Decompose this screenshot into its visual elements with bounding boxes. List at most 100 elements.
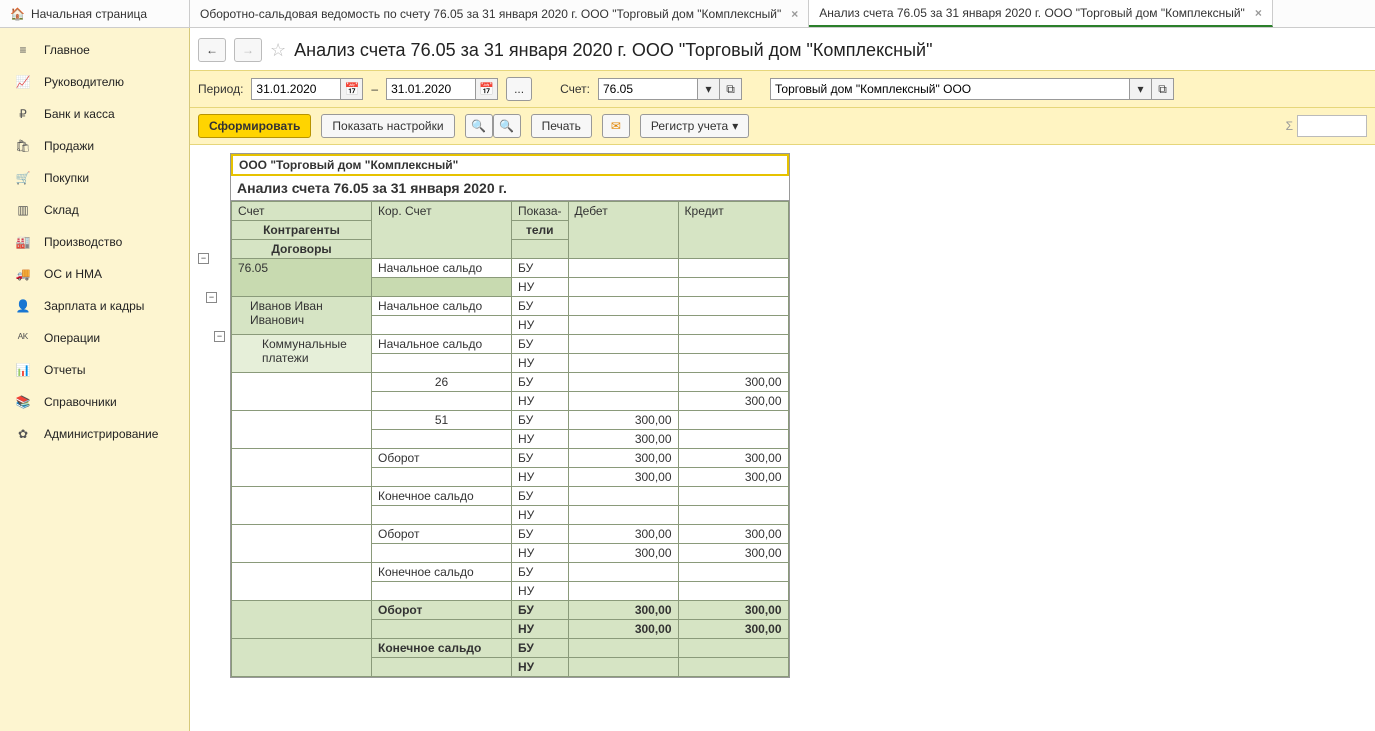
forward-button[interactable]: →	[234, 38, 262, 62]
cell-nu: НУ	[512, 544, 569, 563]
cell	[678, 506, 788, 525]
sidebar-item-production[interactable]: 🏭Производство	[0, 226, 189, 258]
chevron-down-icon[interactable]: ▾	[698, 78, 720, 100]
col-pok1: Показа-	[512, 202, 569, 221]
calendar-icon[interactable]: 📅	[476, 78, 498, 100]
menu-icon: ≡	[14, 43, 32, 57]
cell-bu: БУ	[512, 449, 569, 468]
cell	[678, 430, 788, 449]
cell-label: Начальное сальдо	[372, 259, 512, 278]
cart-icon: 🛒	[14, 171, 32, 185]
search-plus-icon[interactable]: 🔍	[465, 114, 493, 138]
dash-label: –	[371, 82, 378, 96]
sidebar-item-purchases[interactable]: 🛒Покупки	[0, 162, 189, 194]
cell	[372, 468, 512, 487]
show-settings-button[interactable]: Показать настройки	[321, 114, 454, 138]
back-button[interactable]: ←	[198, 38, 226, 62]
collapse-handle[interactable]: −	[198, 253, 209, 264]
sidebar-item-sales[interactable]: 🛍Продажи	[0, 130, 189, 162]
cell-val: 300,00	[568, 411, 678, 430]
sidebar-item-label: Склад	[44, 203, 79, 217]
cell	[232, 563, 372, 601]
tab-home[interactable]: 🏠 Начальная страница	[0, 0, 190, 27]
cell-label: Оборот	[372, 449, 512, 468]
cell-bu: БУ	[512, 297, 569, 316]
cell	[568, 582, 678, 601]
cell-nu: НУ	[512, 430, 569, 449]
books-icon: 📚	[14, 395, 32, 409]
cell-val: 300,00	[568, 449, 678, 468]
register-label: Регистр учета	[651, 119, 728, 133]
cell	[232, 411, 372, 449]
sidebar-item-catalogs[interactable]: 📚 Справочники	[0, 386, 189, 418]
sidebar-item-warehouse[interactable]: ▥Склад	[0, 194, 189, 226]
period-select-button[interactable]: ...	[506, 77, 532, 101]
grid: Счет Кор. Счет Показа- Дебет Кредит Конт…	[231, 201, 789, 677]
sidebar-item-label: Руководителю	[44, 75, 124, 89]
email-icon[interactable]: ✉	[602, 114, 630, 138]
cell	[678, 582, 788, 601]
cell	[372, 316, 512, 335]
collapse-handle[interactable]: −	[206, 292, 217, 303]
tab-analysis[interactable]: Анализ счета 76.05 за 31 января 2020 г. …	[809, 0, 1273, 27]
cell-account: 76.05	[232, 259, 372, 297]
cell	[232, 601, 372, 639]
close-icon[interactable]: ×	[1255, 6, 1262, 20]
col-credit: Кредит	[678, 202, 788, 259]
date-from-input[interactable]	[251, 78, 341, 100]
calendar-icon[interactable]: 📅	[341, 78, 363, 100]
close-icon[interactable]: ×	[791, 7, 798, 21]
favorite-icon[interactable]: ☆	[270, 40, 286, 61]
cell	[372, 430, 512, 449]
generate-button[interactable]: Сформировать	[198, 114, 311, 138]
open-icon[interactable]: ⧉	[720, 78, 742, 100]
sidebar-item-main[interactable]: ≡Главное	[0, 34, 189, 66]
cell-nu: НУ	[512, 278, 569, 297]
cell-val: 300,00	[678, 544, 788, 563]
tab-osv[interactable]: Оборотно-сальдовая ведомость по счету 76…	[190, 0, 809, 27]
sidebar-item-label: ОС и НМА	[44, 267, 102, 281]
cell-nu: НУ	[512, 506, 569, 525]
truck-icon: 🚚	[14, 267, 32, 281]
org-input[interactable]	[770, 78, 1130, 100]
cell-nu: НУ	[512, 620, 569, 639]
cell-val: 300,00	[678, 525, 788, 544]
tab-osv-label: Оборотно-сальдовая ведомость по счету 76…	[200, 7, 781, 21]
sidebar-item-bank[interactable]: ₽Банк и касса	[0, 98, 189, 130]
cell	[678, 411, 788, 430]
sidebar-item-operations[interactable]: ᴬᴷОперации	[0, 322, 189, 354]
cell-label: Конечное сальдо	[372, 563, 512, 582]
filter-bar: Период: 📅 – 📅 ... Счет: ▾ ⧉	[190, 70, 1375, 108]
date-to-input[interactable]	[386, 78, 476, 100]
factory-icon: 🏭	[14, 235, 32, 249]
register-button[interactable]: Регистр учета ▾	[640, 114, 749, 138]
cell-val: 300,00	[568, 430, 678, 449]
cell-val: 300,00	[678, 620, 788, 639]
account-input[interactable]	[598, 78, 698, 100]
search-minus-icon[interactable]: 🔍	[493, 114, 521, 138]
cell	[232, 525, 372, 563]
cell-val: 300,00	[568, 544, 678, 563]
collapse-handle[interactable]: −	[214, 331, 225, 342]
cell	[568, 259, 678, 278]
cell	[232, 373, 372, 411]
col-kor: Кор. Счет	[372, 202, 512, 259]
sidebar-item-label: Справочники	[44, 395, 117, 409]
sigma-input[interactable]	[1297, 115, 1367, 137]
cell-bu: БУ	[512, 525, 569, 544]
tab-analysis-label: Анализ счета 76.05 за 31 января 2020 г. …	[819, 6, 1245, 20]
chevron-down-icon[interactable]: ▾	[1130, 78, 1152, 100]
cell-contragent: Иванов Иван Иванович	[232, 297, 372, 335]
cell	[568, 373, 678, 392]
sidebar-item-reports[interactable]: 📊Отчеты	[0, 354, 189, 386]
cell-val: 300,00	[568, 601, 678, 620]
cell	[678, 658, 788, 677]
sidebar-item-assets[interactable]: 🚚 ОС и НМА	[0, 258, 189, 290]
sidebar-item-salary[interactable]: 👤Зарплата и кадры	[0, 290, 189, 322]
open-icon[interactable]: ⧉	[1152, 78, 1174, 100]
cell	[568, 487, 678, 506]
print-button[interactable]: Печать	[531, 114, 592, 138]
cell-val: 300,00	[568, 525, 678, 544]
sidebar-item-manager[interactable]: 📈Руководителю	[0, 66, 189, 98]
sidebar-item-admin[interactable]: ✿Администрирование	[0, 418, 189, 450]
